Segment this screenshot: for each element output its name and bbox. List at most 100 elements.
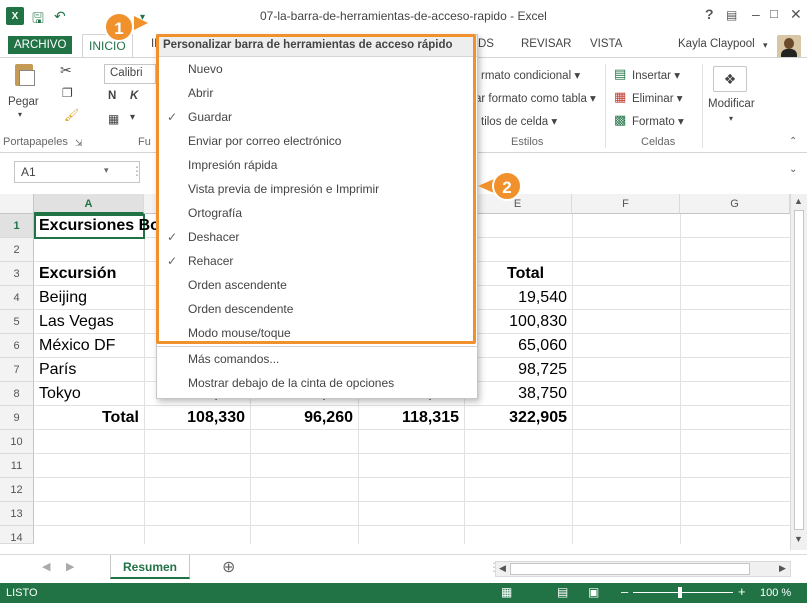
cell-a1[interactable]: Excursiones Bo bbox=[39, 214, 160, 238]
name-box[interactable]: A1 bbox=[14, 161, 140, 183]
sheet-tab-resumen[interactable]: Resumen bbox=[110, 555, 190, 579]
undo-icon[interactable]: ↶ bbox=[54, 8, 66, 25]
ribbon-display-options-icon[interactable]: ▤ bbox=[726, 8, 737, 22]
tab-revisar[interactable]: REVISAR bbox=[521, 38, 572, 50]
borders-arrow-icon[interactable]: ▾ bbox=[130, 112, 135, 123]
cell-e7[interactable]: 98,725 bbox=[464, 358, 567, 382]
sheet-scroll-right-icon[interactable]: ▶ bbox=[66, 560, 74, 573]
user-menu-arrow-icon[interactable]: ▾ bbox=[763, 40, 768, 51]
col-header-g[interactable]: G bbox=[680, 194, 790, 214]
cell-a8[interactable]: Tokyo bbox=[39, 382, 81, 406]
row-header[interactable]: 4 bbox=[0, 286, 34, 310]
cell-e9[interactable]: 322,905 bbox=[464, 406, 567, 430]
insert-cells-button[interactable]: Insertar ▾ bbox=[632, 68, 680, 82]
format-painter-icon[interactable]: 🖌 bbox=[64, 108, 79, 122]
cell-e8[interactable]: 38,750 bbox=[464, 382, 567, 406]
col-header-a[interactable]: A bbox=[34, 194, 144, 214]
new-sheet-icon[interactable]: ⊕ bbox=[222, 557, 235, 577]
borders-icon[interactable]: ▦ bbox=[108, 112, 119, 126]
col-header-e[interactable]: E bbox=[464, 194, 572, 214]
modify-arrow-icon[interactable]: ▾ bbox=[729, 114, 733, 123]
normal-view-icon[interactable]: ▦ bbox=[501, 585, 512, 599]
sheet-scroll-left-icon[interactable]: ◀ bbox=[42, 560, 50, 573]
zoom-slider-track[interactable] bbox=[633, 592, 733, 593]
cell-e3[interactable]: Total bbox=[507, 262, 544, 286]
format-as-table-button[interactable]: ar formato como tabla ▾ bbox=[475, 91, 596, 105]
select-all-corner[interactable] bbox=[0, 194, 34, 214]
row-header[interactable]: 7 bbox=[0, 358, 34, 382]
cell-d9[interactable]: 118,315 bbox=[358, 406, 459, 430]
tab-vista[interactable]: VISTA bbox=[590, 38, 622, 50]
zoom-level[interactable]: 100 % bbox=[760, 587, 791, 599]
horizontal-scroll-thumb[interactable] bbox=[510, 563, 750, 575]
delete-cells-button[interactable]: Eliminar ▾ bbox=[632, 91, 683, 105]
row-header[interactable]: 6 bbox=[0, 334, 34, 358]
name-box-arrow-icon[interactable]: ▾ bbox=[104, 165, 109, 176]
zoom-slider-thumb[interactable] bbox=[678, 587, 682, 598]
modify-button[interactable]: Modificar bbox=[708, 98, 755, 110]
scroll-up-arrow-icon[interactable]: ▲ bbox=[794, 196, 803, 206]
cell-b9[interactable]: 108,330 bbox=[144, 406, 245, 430]
cell-c9[interactable]: 96,260 bbox=[250, 406, 353, 430]
zoom-out-icon[interactable]: – bbox=[621, 584, 628, 599]
cell-e5[interactable]: 100,830 bbox=[464, 310, 567, 334]
page-layout-view-icon[interactable]: ▤ bbox=[557, 585, 568, 599]
maximize-button[interactable]: □ bbox=[770, 6, 778, 21]
scroll-right-arrow-icon[interactable]: ▶ bbox=[779, 563, 786, 574]
help-button[interactable]: ? bbox=[705, 6, 714, 22]
font-name-select[interactable]: Calibri bbox=[104, 64, 156, 84]
zoom-in-icon[interactable]: + bbox=[738, 584, 746, 599]
binoculars-icon[interactable]: ❖ bbox=[713, 66, 747, 92]
paste-button[interactable]: Pegar bbox=[8, 96, 39, 108]
row-header[interactable]: 1 bbox=[0, 214, 34, 238]
cell-a9[interactable]: Total bbox=[34, 406, 139, 430]
collapse-ribbon-icon[interactable]: ⌃ bbox=[789, 136, 797, 147]
row-header[interactable]: 5 bbox=[0, 310, 34, 334]
scroll-left-arrow-icon[interactable]: ◀ bbox=[499, 563, 506, 574]
horizontal-scrollbar[interactable]: ◀ ▶ bbox=[495, 561, 791, 577]
menu-item-mas-comandos[interactable]: Más comandos... bbox=[157, 347, 477, 371]
clipboard-launcher-icon[interactable]: ⇲ bbox=[75, 138, 83, 149]
row-header[interactable]: 12 bbox=[0, 478, 34, 502]
paste-arrow-icon[interactable]: ▾ bbox=[18, 110, 22, 119]
vertical-scrollbar[interactable]: ▲ ▼ bbox=[790, 194, 807, 550]
cell-a6[interactable]: México DF bbox=[39, 334, 115, 358]
insert-cells-icon: ▤ bbox=[614, 66, 627, 81]
cell-a3[interactable]: Excursión bbox=[39, 262, 116, 286]
row-header[interactable]: 2 bbox=[0, 238, 34, 262]
italic-button[interactable]: K bbox=[130, 90, 138, 102]
tab-datos[interactable]: DS bbox=[478, 38, 494, 50]
copy-icon[interactable]: ❐ bbox=[62, 86, 73, 100]
col-header-f[interactable]: F bbox=[572, 194, 680, 214]
paste-icon[interactable] bbox=[10, 60, 40, 86]
avatar[interactable] bbox=[777, 35, 801, 59]
format-cells-button[interactable]: Formato ▾ bbox=[632, 114, 684, 128]
page-break-view-icon[interactable]: ▣ bbox=[588, 585, 599, 599]
cell-styles-button[interactable]: tilos de celda ▾ bbox=[481, 114, 557, 128]
minimize-button[interactable]: – bbox=[752, 6, 760, 22]
menu-item-mostrar-debajo[interactable]: Mostrar debajo de la cinta de opciones bbox=[157, 371, 477, 395]
vertical-scroll-thumb[interactable] bbox=[794, 210, 804, 530]
row-header[interactable]: 8 bbox=[0, 382, 34, 406]
bold-button[interactable]: N bbox=[108, 90, 116, 102]
row-header[interactable]: 13 bbox=[0, 502, 34, 526]
scroll-down-arrow-icon[interactable]: ▼ bbox=[794, 534, 803, 544]
row-header[interactable]: 9 bbox=[0, 406, 34, 430]
row-header[interactable]: 14 bbox=[0, 526, 34, 544]
close-button[interactable]: ✕ bbox=[790, 6, 802, 23]
excel-app-icon[interactable]: X bbox=[6, 7, 24, 25]
save-icon[interactable]: 🖫 bbox=[32, 8, 44, 32]
conditional-format-button[interactable]: rmato condicional ▾ bbox=[481, 68, 580, 82]
cell-a5[interactable]: Las Vegas bbox=[39, 310, 114, 334]
row-header[interactable]: 11 bbox=[0, 454, 34, 478]
cell-e6[interactable]: 65,060 bbox=[464, 334, 567, 358]
cell-a7[interactable]: París bbox=[39, 358, 76, 382]
row-header[interactable]: 3 bbox=[0, 262, 34, 286]
cell-e4[interactable]: 19,540 bbox=[464, 286, 567, 310]
cell-a4[interactable]: Beijing bbox=[39, 286, 87, 310]
row-header[interactable]: 10 bbox=[0, 430, 34, 454]
cut-icon[interactable]: ✂ bbox=[60, 62, 72, 79]
expand-formula-bar-icon[interactable]: ⌄ bbox=[789, 164, 797, 175]
tab-archivo[interactable]: ARCHIVO bbox=[8, 36, 73, 54]
user-name[interactable]: Kayla Claypool bbox=[678, 38, 755, 50]
